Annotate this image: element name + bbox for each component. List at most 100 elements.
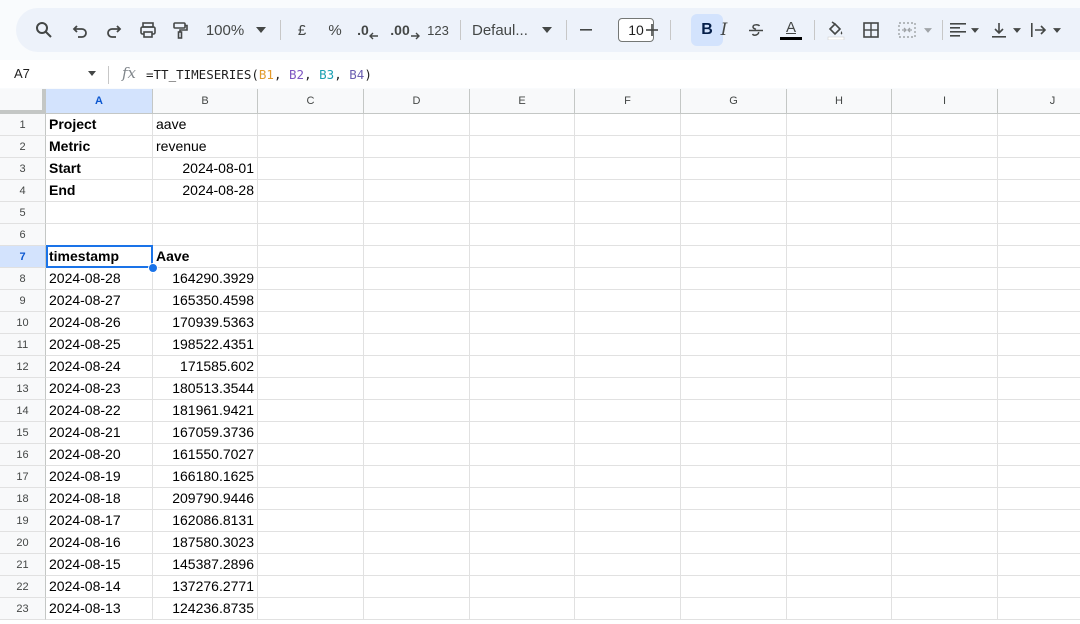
cell-h18[interactable] <box>787 488 892 510</box>
cell-a7[interactable]: timestamp <box>46 246 153 268</box>
cell-h1[interactable] <box>787 114 892 136</box>
cell-c12[interactable] <box>258 356 364 378</box>
fill-color-icon[interactable] <box>822 8 850 52</box>
cell-a3[interactable]: Start <box>46 158 153 180</box>
cell-e10[interactable] <box>470 312 575 334</box>
strikethrough-icon[interactable] <box>744 8 768 52</box>
cell-g12[interactable] <box>681 356 787 378</box>
cell-j4[interactable] <box>998 180 1080 202</box>
cell-c18[interactable] <box>258 488 364 510</box>
cell-i3[interactable] <box>892 158 998 180</box>
cell-f16[interactable] <box>575 444 681 466</box>
cell-a15[interactable]: 2024-08-21 <box>46 422 153 444</box>
cell-g6[interactable] <box>681 224 787 246</box>
cell-b17[interactable]: 166180.1625 <box>153 466 258 488</box>
cell-d17[interactable] <box>364 466 470 488</box>
cell-f1[interactable] <box>575 114 681 136</box>
cell-a23[interactable]: 2024-08-13 <box>46 598 153 620</box>
cell-b18[interactable]: 209790.9446 <box>153 488 258 510</box>
column-header-i[interactable]: I <box>892 89 998 114</box>
cell-j3[interactable] <box>998 158 1080 180</box>
row-header-9[interactable]: 9 <box>0 290 46 312</box>
formula-input[interactable]: =TT_TIMESERIES(B1, B2, B3, B4) <box>146 67 372 82</box>
cell-g5[interactable] <box>681 202 787 224</box>
chevron-down-icon[interactable] <box>970 8 980 52</box>
cell-b7[interactable]: Aave <box>153 246 258 268</box>
name-box[interactable]: A7 <box>14 66 30 81</box>
cell-e9[interactable] <box>470 290 575 312</box>
cell-h23[interactable] <box>787 598 892 620</box>
cell-j5[interactable] <box>998 202 1080 224</box>
column-header-h[interactable]: H <box>787 89 892 114</box>
cell-f5[interactable] <box>575 202 681 224</box>
cell-d15[interactable] <box>364 422 470 444</box>
cell-h16[interactable] <box>787 444 892 466</box>
row-header-22[interactable]: 22 <box>0 576 46 598</box>
cell-e22[interactable] <box>470 576 575 598</box>
percent-format-button[interactable]: % <box>324 8 346 52</box>
cell-b16[interactable]: 161550.7027 <box>153 444 258 466</box>
cell-a2[interactable]: Metric <box>46 136 153 158</box>
cell-h8[interactable] <box>787 268 892 290</box>
cell-e1[interactable] <box>470 114 575 136</box>
chevron-down-icon[interactable] <box>922 8 934 52</box>
chevron-down-icon[interactable] <box>1052 8 1062 52</box>
cell-f6[interactable] <box>575 224 681 246</box>
cell-a13[interactable]: 2024-08-23 <box>46 378 153 400</box>
cell-d8[interactable] <box>364 268 470 290</box>
cell-h11[interactable] <box>787 334 892 356</box>
cell-g18[interactable] <box>681 488 787 510</box>
cell-c8[interactable] <box>258 268 364 290</box>
cell-i5[interactable] <box>892 202 998 224</box>
cell-d7[interactable] <box>364 246 470 268</box>
row-header-11[interactable]: 11 <box>0 334 46 356</box>
row-header-16[interactable]: 16 <box>0 444 46 466</box>
cell-j21[interactable] <box>998 554 1080 576</box>
cell-b2[interactable]: revenue <box>153 136 258 158</box>
cell-h6[interactable] <box>787 224 892 246</box>
cell-e7[interactable] <box>470 246 575 268</box>
cell-b8[interactable]: 164290.3929 <box>153 268 258 290</box>
borders-icon[interactable] <box>858 8 884 52</box>
row-header-4[interactable]: 4 <box>0 180 46 202</box>
font-select[interactable]: Defaul... <box>472 8 536 52</box>
cell-f22[interactable] <box>575 576 681 598</box>
cell-g8[interactable] <box>681 268 787 290</box>
cell-d14[interactable] <box>364 400 470 422</box>
cell-e21[interactable] <box>470 554 575 576</box>
cell-d9[interactable] <box>364 290 470 312</box>
cell-c19[interactable] <box>258 510 364 532</box>
cell-a5[interactable] <box>46 202 153 224</box>
cell-e15[interactable] <box>470 422 575 444</box>
cell-e11[interactable] <box>470 334 575 356</box>
cell-c7[interactable] <box>258 246 364 268</box>
cell-h21[interactable] <box>787 554 892 576</box>
cell-a9[interactable]: 2024-08-27 <box>46 290 153 312</box>
cell-i20[interactable] <box>892 532 998 554</box>
column-header-e[interactable]: E <box>470 89 575 114</box>
cell-j14[interactable] <box>998 400 1080 422</box>
cell-h9[interactable] <box>787 290 892 312</box>
cell-h20[interactable] <box>787 532 892 554</box>
cell-f18[interactable] <box>575 488 681 510</box>
cell-b9[interactable]: 165350.4598 <box>153 290 258 312</box>
cell-d3[interactable] <box>364 158 470 180</box>
cell-c21[interactable] <box>258 554 364 576</box>
chevron-down-icon[interactable] <box>254 8 268 52</box>
column-header-c[interactable]: C <box>258 89 364 114</box>
row-header-10[interactable]: 10 <box>0 312 46 334</box>
column-header-j[interactable]: J <box>998 89 1080 114</box>
cell-g2[interactable] <box>681 136 787 158</box>
cell-e12[interactable] <box>470 356 575 378</box>
cell-j2[interactable] <box>998 136 1080 158</box>
number-format-button[interactable]: 123 <box>424 8 452 52</box>
italic-button[interactable]: I <box>712 8 736 52</box>
cell-h2[interactable] <box>787 136 892 158</box>
cell-c13[interactable] <box>258 378 364 400</box>
cell-c5[interactable] <box>258 202 364 224</box>
cell-c14[interactable] <box>258 400 364 422</box>
cell-h12[interactable] <box>787 356 892 378</box>
cell-f14[interactable] <box>575 400 681 422</box>
cell-g22[interactable] <box>681 576 787 598</box>
cell-c16[interactable] <box>258 444 364 466</box>
